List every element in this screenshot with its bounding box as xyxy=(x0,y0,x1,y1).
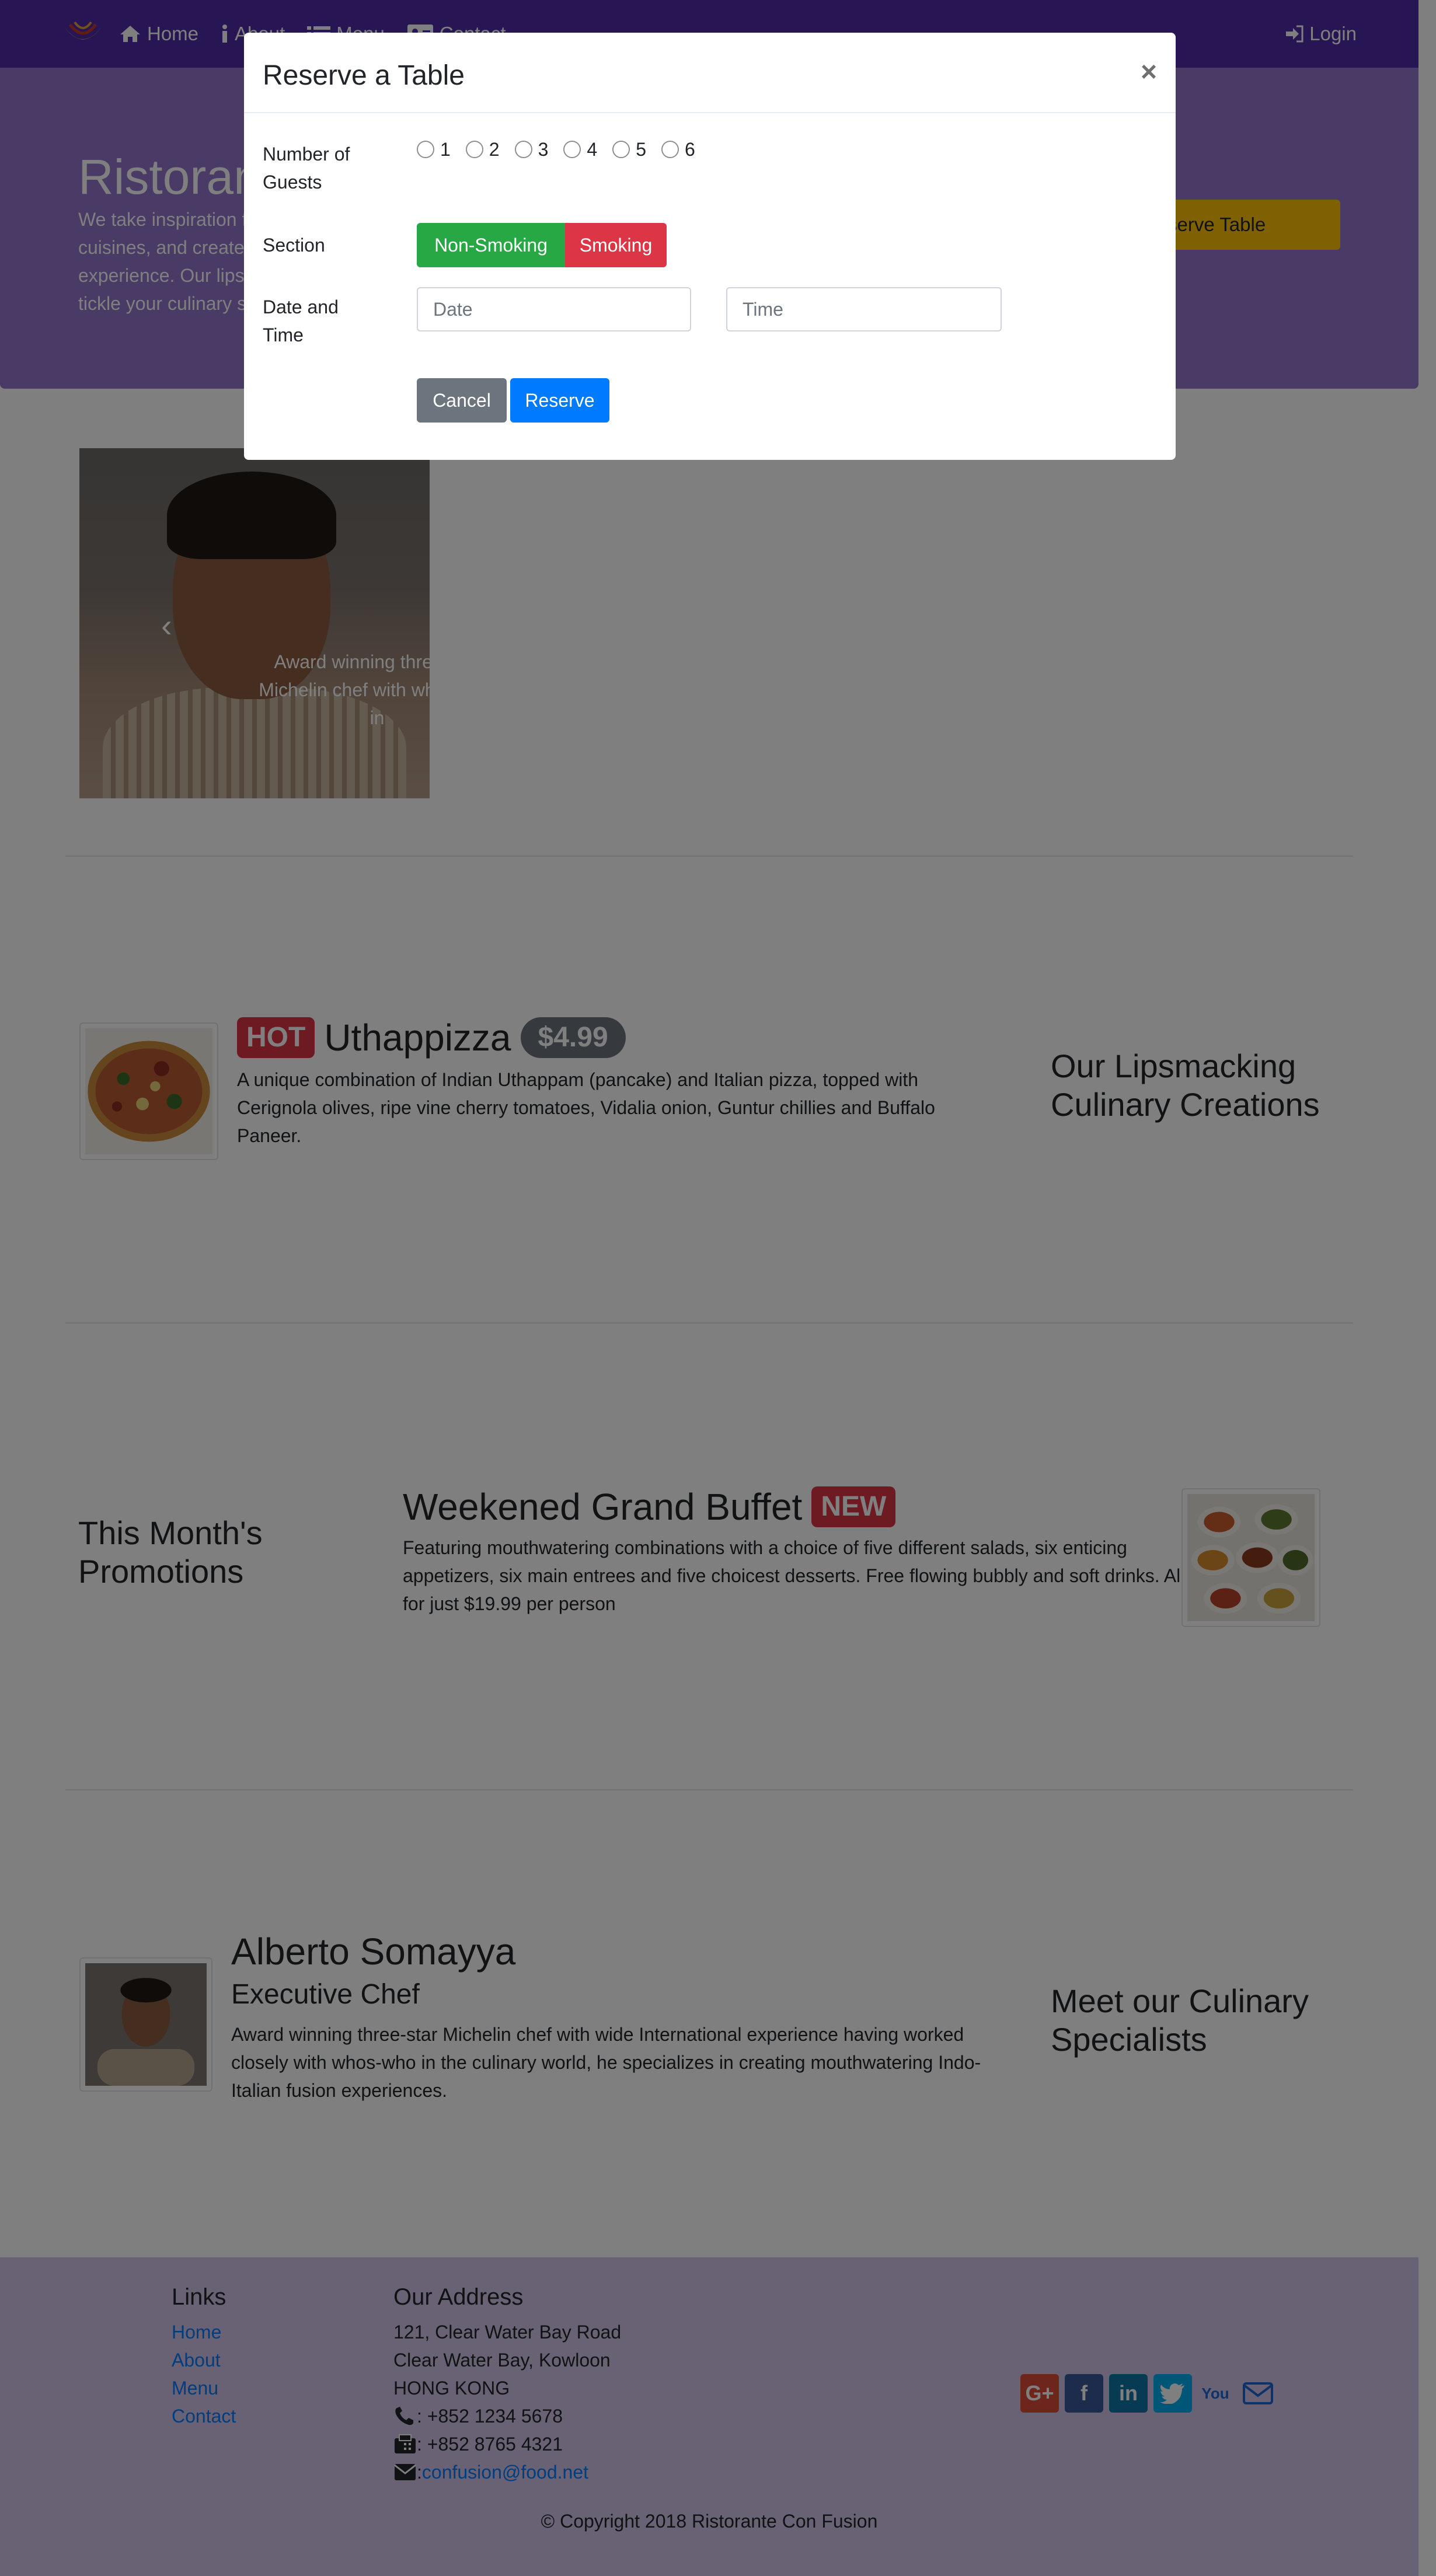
modal-title: Reserve a Table xyxy=(263,60,465,91)
guest-option-6[interactable]: 6 xyxy=(661,135,695,163)
close-icon[interactable]: × xyxy=(1141,51,1157,93)
radio-circle[interactable] xyxy=(417,141,434,158)
guest-option-label: 4 xyxy=(587,139,598,160)
guest-option-5[interactable]: 5 xyxy=(612,135,646,163)
radio-circle[interactable] xyxy=(514,141,532,158)
guest-option-3[interactable]: 3 xyxy=(514,135,549,163)
cancel-button[interactable]: Cancel xyxy=(417,378,507,423)
radio-circle[interactable] xyxy=(563,141,581,158)
guest-option-1[interactable]: 1 xyxy=(417,135,451,163)
smoking-button[interactable]: Smoking xyxy=(565,223,667,267)
radio-circle[interactable] xyxy=(465,141,483,158)
guests-radio-group: 1 2 3 4 5 6 xyxy=(417,135,695,163)
section-label: Section xyxy=(263,235,325,256)
radio-circle[interactable] xyxy=(661,141,679,158)
radio-circle[interactable] xyxy=(612,141,630,158)
modal-header: Reserve a Table × xyxy=(244,33,1176,113)
guest-option-2[interactable]: 2 xyxy=(465,135,500,163)
datetime-label: Date and Time xyxy=(263,296,339,345)
guest-option-label: 2 xyxy=(489,139,500,160)
guest-option-label: 5 xyxy=(636,139,646,160)
date-input[interactable]: Date xyxy=(417,287,691,331)
guest-option-4[interactable]: 4 xyxy=(563,135,597,163)
section-toggle: Non-Smoking Smoking xyxy=(417,223,667,267)
guests-label: Number of Guests xyxy=(263,144,350,193)
guest-option-label: 6 xyxy=(684,139,695,160)
guest-option-label: 1 xyxy=(440,139,451,160)
reserve-button[interactable]: Reserve xyxy=(510,378,609,423)
reserve-table-modal: Reserve a Table × Number of Guests 1 2 3… xyxy=(244,33,1176,460)
non-smoking-button[interactable]: Non-Smoking xyxy=(417,223,565,267)
guest-option-label: 3 xyxy=(538,139,549,160)
time-input[interactable]: Time xyxy=(726,287,1002,331)
